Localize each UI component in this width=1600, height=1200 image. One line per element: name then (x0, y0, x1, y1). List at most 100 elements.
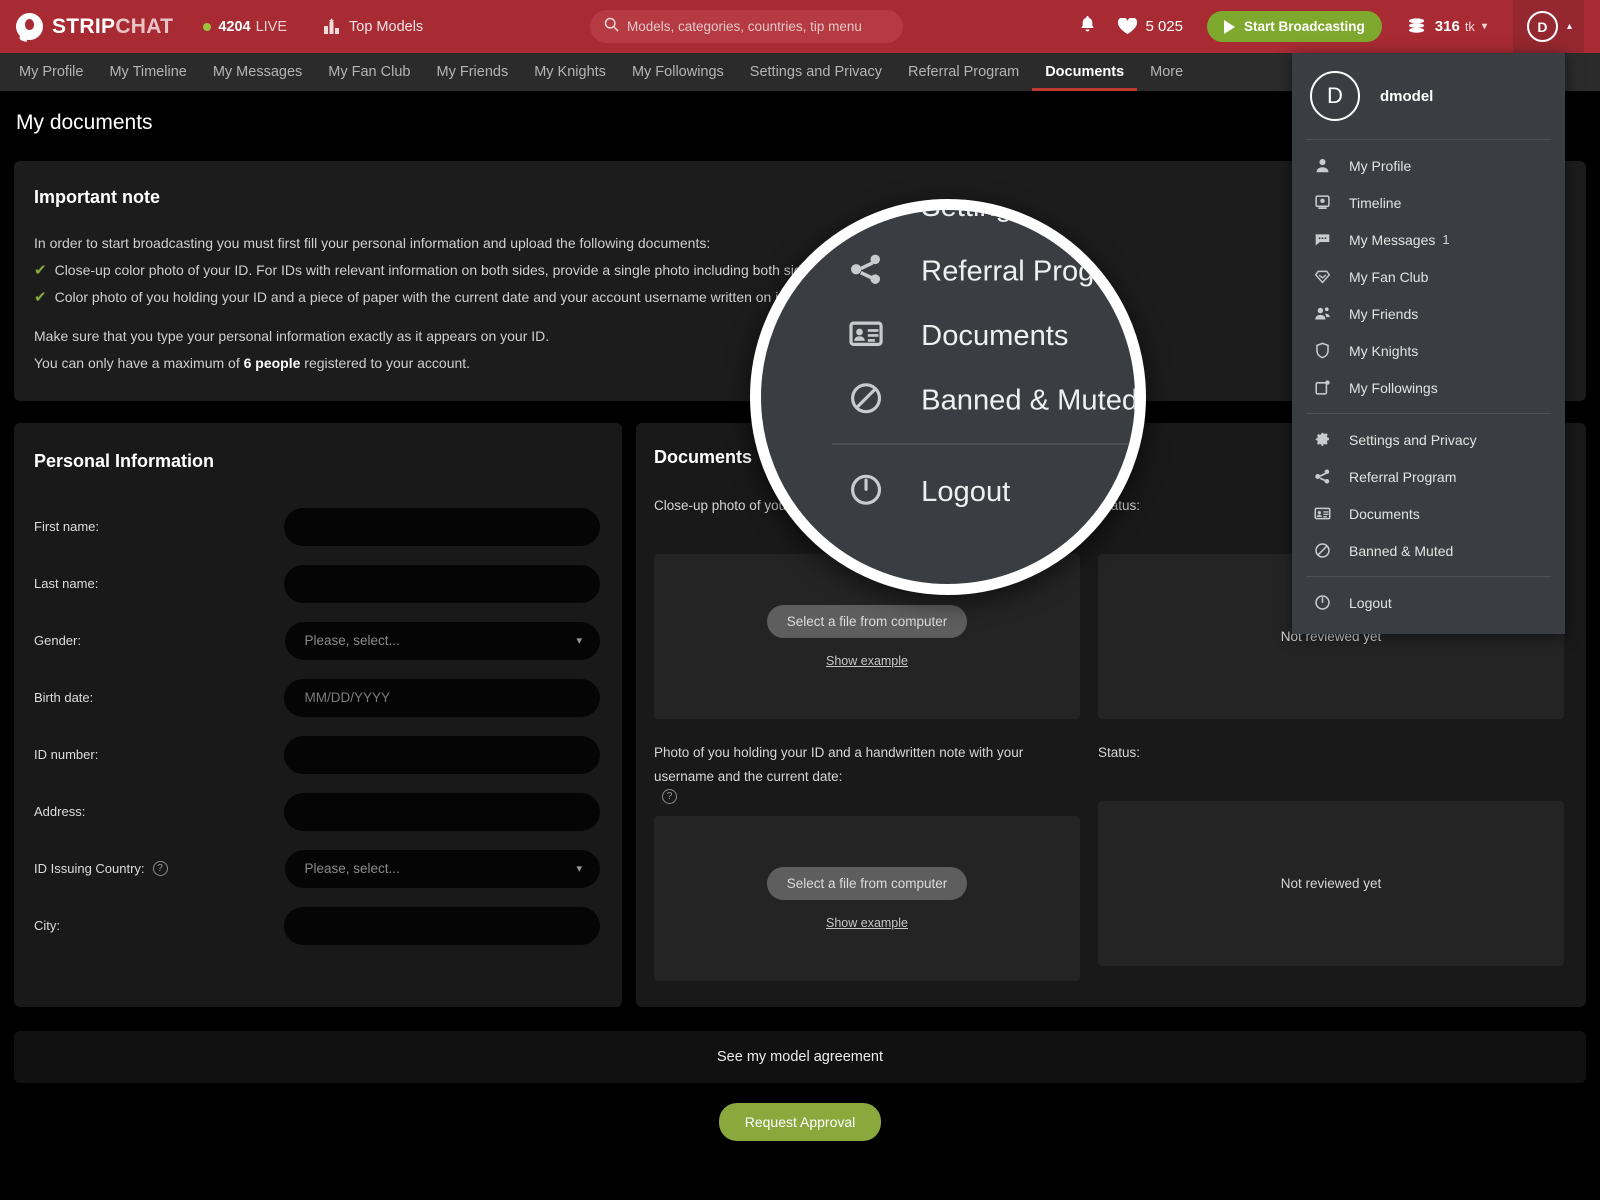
live-count[interactable]: 4204 LIVE (203, 19, 287, 35)
show-example-link[interactable]: Show example (826, 916, 908, 930)
timeline-icon (1312, 194, 1333, 211)
input-id-number[interactable] (284, 735, 600, 774)
magnified-menu-item-banned-muted: Banned & Muted (807, 366, 1135, 430)
menu-item-my-profile[interactable]: My Profile (1292, 147, 1565, 184)
note-line-2-bold: 6 people (243, 355, 301, 371)
nav-item-my-timeline[interactable]: My Timeline (96, 53, 199, 91)
gear-icon (1312, 431, 1333, 448)
dropdown-user-header[interactable]: D dmodel (1292, 53, 1565, 139)
top-models-label: Top Models (349, 18, 424, 35)
menu-item-referral-program[interactable]: Referral Program (1292, 458, 1565, 495)
start-broadcasting-button[interactable]: Start Broadcasting (1207, 11, 1382, 42)
top-header: STRIPCHAT 4204 LIVE Top Models 5 025 Sta… (0, 0, 1600, 53)
magnified-menu-item-referral-program: Referral Program (807, 237, 1145, 301)
user-avatar-button[interactable]: D ▴ (1512, 0, 1584, 53)
show-example-link[interactable]: Show example (826, 654, 908, 668)
trophy-bars-icon (324, 18, 340, 34)
menu-item-my-fan-club[interactable]: My Fan Club (1292, 258, 1565, 295)
input-first-name[interactable] (284, 507, 600, 546)
search-input[interactable] (627, 19, 877, 34)
avatar: D (1526, 11, 1558, 42)
nav-item-my-knights[interactable]: My Knights (521, 53, 619, 91)
document-status-column: Status: Not reviewed yet (1098, 741, 1564, 981)
field-label: First name: (34, 519, 284, 534)
menu-item-label: My Knights (1349, 342, 1419, 359)
hearts-counter[interactable]: 5 025 (1118, 18, 1183, 35)
magnifier-lens: Settings and PrivacyReferral ProgramDocu… (750, 199, 1146, 595)
magnified-menu-item-label: Referral Program (921, 252, 1145, 286)
file-dropzone[interactable]: Select a file from computer Show example (654, 816, 1080, 981)
following-icon (1312, 379, 1333, 396)
document-label: Photo of you holding your ID and a handw… (654, 741, 1080, 804)
chevron-down-icon: ▾ (576, 863, 582, 875)
form-row-first-name: First name: (34, 498, 600, 555)
input-birth-date[interactable] (284, 678, 600, 717)
menu-item-banned-muted[interactable]: Banned & Muted (1292, 532, 1565, 569)
live-count-value: 4204 (218, 18, 251, 35)
search-bar[interactable] (590, 10, 903, 43)
magnified-menu-item-label: Documents (921, 317, 1069, 351)
input-address[interactable] (284, 792, 600, 831)
coins-icon (1408, 18, 1424, 33)
dropdown-avatar: D (1310, 71, 1360, 121)
input-last-name[interactable] (284, 564, 600, 603)
help-icon[interactable]: ? (662, 789, 677, 804)
menu-item-my-followings[interactable]: My Followings (1292, 369, 1565, 406)
field-label-text: Gender: (34, 633, 81, 648)
input-city[interactable] (284, 906, 600, 945)
personal-information-form: First name: Last name: Gender: Please, sele… (34, 498, 600, 954)
personal-information-card: Personal Information First name: Last nam… (14, 423, 622, 1007)
stripchat-logo-icon (16, 13, 43, 40)
select-file-button[interactable]: Select a file from computer (766, 605, 968, 638)
menu-item-label: Logout (1349, 594, 1392, 611)
nav-item-my-followings[interactable]: My Followings (619, 53, 737, 91)
nav-item-my-fan-club[interactable]: My Fan Club (315, 53, 423, 91)
menu-item-settings-and-privacy[interactable]: Settings and Privacy (1292, 421, 1565, 458)
select-file-button[interactable]: Select a file from computer (766, 867, 968, 900)
status-label: Status: (1098, 745, 1141, 760)
play-icon (1224, 19, 1235, 34)
token-amount: 316 (1434, 18, 1460, 35)
menu-item-label: My Friends (1349, 305, 1419, 322)
model-agreement-link[interactable]: See my model agreement (14, 1031, 1586, 1083)
nav-item-referral-program[interactable]: Referral Program (895, 53, 1032, 91)
request-approval-button[interactable]: Request Approval (718, 1103, 882, 1141)
share-icon (1312, 468, 1333, 485)
token-unit: tk (1464, 19, 1475, 34)
chat-icon (1312, 231, 1333, 248)
chevron-down-icon: ▾ (1481, 21, 1487, 32)
menu-item-timeline[interactable]: Timeline (1292, 184, 1565, 221)
shield-icon (1312, 342, 1333, 359)
bell-icon[interactable] (1079, 15, 1096, 39)
help-icon[interactable]: ? (152, 861, 168, 876)
nav-item-my-messages[interactable]: My Messages (200, 53, 315, 91)
id-card-icon (1312, 505, 1333, 522)
menu-item-logout[interactable]: Logout (1292, 584, 1565, 621)
nav-item-settings-and-privacy[interactable]: Settings and Privacy (737, 53, 895, 91)
field-label-text: Birth date: (34, 690, 94, 705)
nav-item-my-friends[interactable]: My Friends (423, 53, 521, 91)
select-id-issuing-country[interactable]: Please, select... ▾ (284, 849, 600, 888)
header-right-area: 5 025 Start Broadcasting 316 tk ▾ D ▴ (1079, 0, 1600, 53)
note-line-2-post: registered to your account. (300, 355, 471, 371)
menu-item-documents[interactable]: Documents (1292, 495, 1565, 532)
field-label: Last name: (34, 576, 284, 591)
top-models-button[interactable]: Top Models (323, 18, 423, 35)
token-balance[interactable]: 316 tk ▾ (1408, 18, 1487, 35)
nav-item-my-profile[interactable]: My Profile (6, 53, 96, 91)
form-row-birth-date: Birth date: (34, 669, 600, 726)
form-row-id-number: ID number: (34, 726, 600, 783)
form-row-gender: Gender: Please, select... ▾ (34, 612, 600, 669)
document-upload-column: Photo of you holding your ID and a handw… (654, 741, 1080, 981)
nav-item-documents[interactable]: Documents (1032, 53, 1138, 91)
menu-item-my-messages[interactable]: My Messages 1 (1292, 221, 1565, 258)
nav-item-more[interactable]: More (1137, 53, 1196, 91)
magnified-menu-item-label: Logout (921, 473, 1011, 507)
magnified-menu-items: Settings and PrivacyReferral ProgramDocu… (807, 210, 1145, 522)
select-gender[interactable]: Please, select... ▾ (284, 621, 600, 660)
chevron-up-icon: ▴ (1566, 21, 1572, 32)
menu-item-my-knights[interactable]: My Knights (1292, 332, 1565, 369)
menu-item-my-friends[interactable]: My Friends (1292, 295, 1565, 332)
field-label-text: Last name: (34, 576, 99, 591)
site-logo[interactable]: STRIPCHAT (16, 13, 173, 40)
